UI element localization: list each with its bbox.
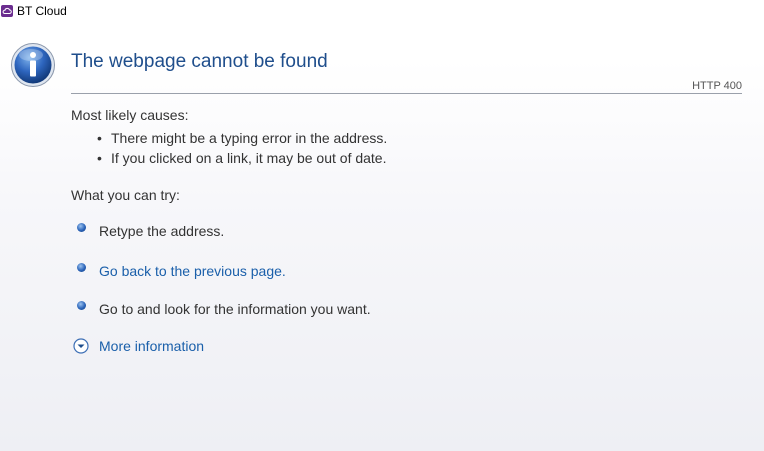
http-status-code: HTTP 400: [692, 80, 742, 92]
bullet-icon: [77, 222, 86, 232]
more-information-label[interactable]: More information: [99, 338, 204, 354]
title-divider: [71, 93, 742, 94]
window-title: BT Cloud: [17, 4, 67, 18]
bullet-icon: [77, 300, 86, 310]
try-heading: What you can try:: [71, 187, 180, 203]
try-item-go-back: Go back to the previous page.: [77, 262, 286, 279]
retype-text: Retype the address.: [99, 223, 225, 239]
try-item-go-to: Go to and look for the information you w…: [77, 300, 371, 317]
cause-text: If you clicked on a link, it may be out …: [111, 150, 387, 166]
cause-text: There might be a typing error in the add…: [111, 130, 388, 146]
go-to-text: Go to and look for the information you w…: [99, 301, 371, 317]
title-bar: BT Cloud: [0, 0, 764, 22]
bt-cloud-icon: [1, 5, 13, 17]
chevron-down-icon[interactable]: [73, 338, 89, 354]
page-title: The webpage cannot be found: [71, 51, 328, 72]
list-item: • There might be a typing error in the ad…: [97, 130, 388, 146]
bullet-icon: [77, 262, 86, 272]
info-icon: [10, 42, 56, 88]
causes-heading: Most likely causes:: [71, 107, 189, 123]
go-back-link[interactable]: Go back to the previous page.: [99, 263, 286, 279]
list-item: • If you clicked on a link, it may be out…: [97, 150, 387, 166]
causes-list: • There might be a typing error in the ad…: [97, 128, 387, 168]
more-information-link[interactable]: More information: [73, 338, 204, 354]
try-item-retype: Retype the address.: [77, 222, 225, 239]
